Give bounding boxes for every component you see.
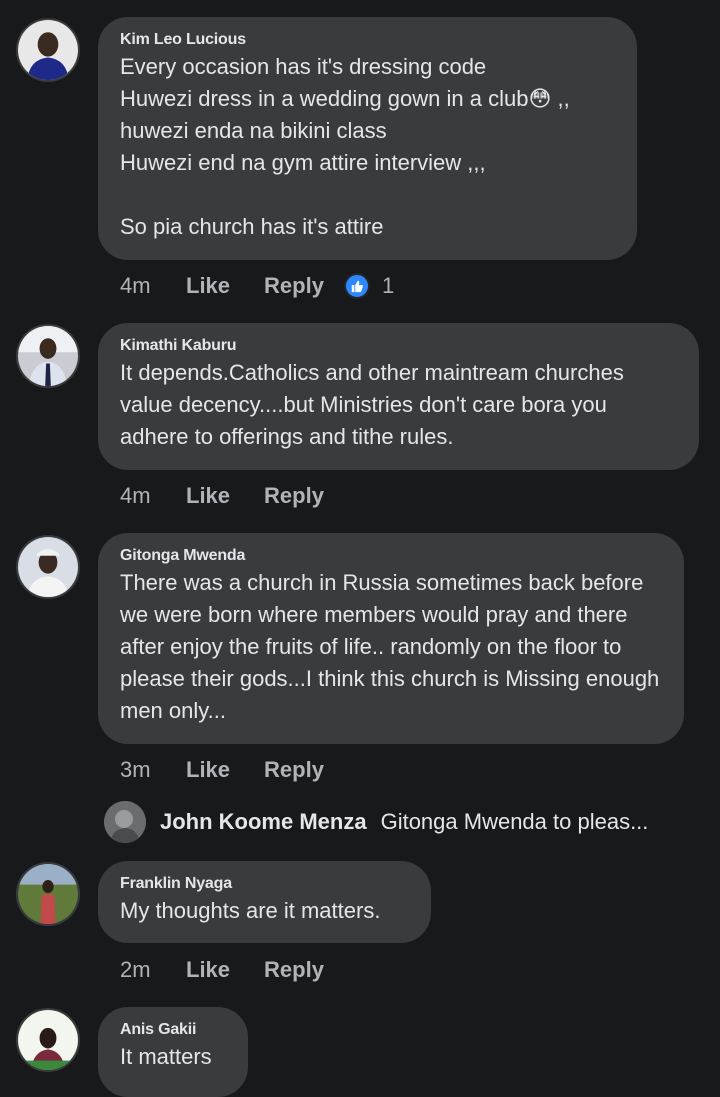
reply-preview[interactable]: John Koome Menza Gitonga Mwenda to pleas… [104, 800, 648, 844]
comment-timestamp[interactable]: 4m [120, 483, 186, 509]
comment-author[interactable]: Kimathi Kaburu [120, 337, 677, 355]
avatar[interactable] [104, 801, 146, 843]
reply-button[interactable]: Reply [264, 757, 324, 783]
comment-actions: 4m Like Reply 1 [120, 270, 394, 302]
comment-bubble: Franklin Nyaga My thoughts are it matter… [98, 861, 431, 943]
reply-button[interactable]: Reply [264, 957, 324, 983]
comment-actions: 2m Like Reply [120, 954, 324, 986]
reply-button[interactable]: Reply [264, 483, 324, 509]
reply-button[interactable]: Reply [264, 273, 324, 299]
reaction-count[interactable]: 1 [382, 273, 394, 299]
comment-text: It depends.Catholics and other maintream… [120, 360, 630, 449]
avatar[interactable] [16, 862, 80, 926]
comment-text: My thoughts are it matters. [120, 898, 381, 923]
like-button[interactable]: Like [186, 483, 230, 509]
like-button[interactable]: Like [186, 273, 230, 299]
comment-text: Every occasion has it's dressing code Hu… [120, 51, 615, 243]
comment-bubble: Kimathi Kaburu It depends.Catholics and … [98, 323, 699, 470]
thumbs-up-icon[interactable] [343, 273, 370, 299]
flushed-face-icon: 😳 [528, 86, 552, 111]
like-button[interactable]: Like [186, 957, 230, 983]
reply-author[interactable]: John Koome Menza [160, 809, 367, 835]
comment-text-part: Every occasion has it's dressing code Hu… [120, 54, 529, 111]
comment-bubble: Gitonga Mwenda There was a church in Rus… [98, 533, 684, 744]
comment-author[interactable]: Franklin Nyaga [120, 875, 409, 893]
comment-actions: 4m Like Reply [120, 480, 324, 512]
comment-author[interactable]: Kim Leo Lucious [120, 31, 615, 49]
comment-timestamp[interactable]: 2m [120, 957, 186, 983]
comment-author[interactable]: Anis Gakii [120, 1021, 226, 1039]
comment-text: There was a church in Russia sometimes b… [120, 570, 666, 723]
avatar[interactable] [16, 18, 80, 82]
avatar[interactable] [16, 1008, 80, 1072]
comment-timestamp[interactable]: 4m [120, 273, 186, 299]
comment-actions: 3m Like Reply [120, 754, 324, 786]
like-button[interactable]: Like [186, 757, 230, 783]
comment-bubble: Kim Leo Lucious Every occasion has it's … [98, 17, 637, 260]
comment-text: It matters [120, 1044, 212, 1069]
comment-bubble: Anis Gakii It matters [98, 1007, 248, 1097]
reply-text[interactable]: Gitonga Mwenda to pleas... [381, 809, 649, 835]
comment-author[interactable]: Gitonga Mwenda [120, 547, 662, 565]
avatar[interactable] [16, 324, 80, 388]
avatar[interactable] [16, 535, 80, 599]
comment-timestamp[interactable]: 3m [120, 757, 186, 783]
